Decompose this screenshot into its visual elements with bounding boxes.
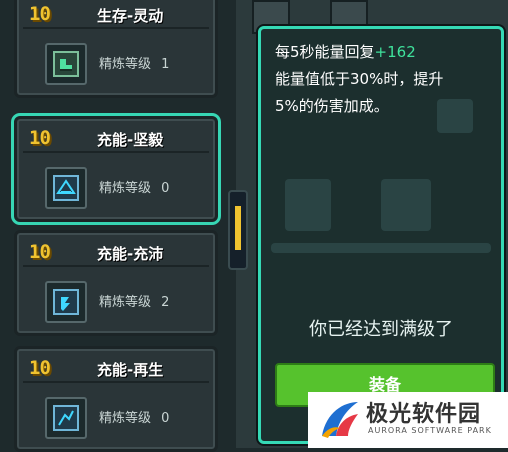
refine-label-wrap: 精炼等级 0 [99, 407, 169, 426]
watermark-title: 极光软件园 [366, 402, 482, 427]
list-scrollbar[interactable] [228, 190, 248, 270]
refine-level: 0 [161, 411, 170, 426]
chip-list[interactable]: 10 生存-灵动 精炼等级 1 10 充能-坚毅 精炼等级 0 10 充能-充沛… [0, 0, 236, 452]
chip-level: 10 [29, 3, 51, 25]
refine-label: 精炼等级 [99, 181, 152, 196]
chip-name: 充能-坚毅 [97, 131, 164, 149]
desc-line-3: 5%的伤害加成。 [275, 97, 389, 115]
chip-description: 每5秒能量回复+162 能量值低于30%时，提升 5%的伤害加成。 [275, 39, 491, 120]
chip-card-2[interactable]: 10 充能-坚毅 精炼等级 0 [14, 116, 218, 222]
background-prop [381, 179, 431, 231]
aurora-logo-icon [322, 402, 358, 438]
chip-name: 生存-灵动 [97, 7, 164, 25]
chip-level: 10 [29, 127, 51, 149]
refine-label: 精炼等级 [99, 57, 152, 72]
energy-regen-value: +162 [374, 43, 416, 61]
refine-label-wrap: 精炼等级 2 [99, 291, 169, 310]
chip-card-4[interactable]: 10 充能-再生 精炼等级 0 [14, 346, 218, 452]
refine-level: 2 [161, 295, 170, 310]
shield-chip-icon [45, 167, 87, 209]
desc-line-1: 每5秒能量回复+162 [275, 39, 491, 66]
card-divider [23, 381, 209, 383]
desc-line-2: 能量值低于30%时，提升 [275, 70, 444, 88]
refine-label-wrap: 精炼等级 0 [99, 177, 169, 196]
chip-detail-panel: 每5秒能量回复+162 能量值低于30%时，提升 5%的伤害加成。 你已经达到满… [258, 26, 504, 444]
max-level-notice: 你已经达到满级了 [309, 319, 453, 340]
boots-icon [45, 43, 87, 85]
chip-name: 充能-充沛 [97, 245, 164, 263]
chip-card-3[interactable]: 10 充能-充沛 精炼等级 2 [14, 230, 218, 336]
watermark: 极光软件园 AURORA SOFTWARE PARK [308, 392, 508, 448]
scrollbar-thumb[interactable] [235, 206, 241, 250]
background-prop [285, 179, 331, 231]
background-prop [271, 243, 491, 253]
chip-level: 10 [29, 357, 51, 379]
chip-level: 10 [29, 241, 51, 263]
regen-chip-icon [45, 397, 87, 439]
energy-chip-icon [45, 281, 87, 323]
refine-label: 精炼等级 [99, 295, 152, 310]
refine-label-wrap: 精炼等级 1 [99, 53, 169, 72]
watermark-subtitle: AURORA SOFTWARE PARK [368, 426, 492, 435]
card-divider [23, 151, 209, 153]
chip-name: 充能-再生 [97, 361, 164, 379]
chip-card-1[interactable]: 10 生存-灵动 精炼等级 1 [14, 0, 218, 98]
refine-level: 0 [161, 181, 170, 196]
refine-label: 精炼等级 [99, 411, 152, 426]
desc-line-1-text: 每5秒能量回复 [275, 43, 375, 61]
card-divider [23, 265, 209, 267]
card-divider [23, 27, 209, 29]
refine-level: 1 [161, 57, 170, 72]
